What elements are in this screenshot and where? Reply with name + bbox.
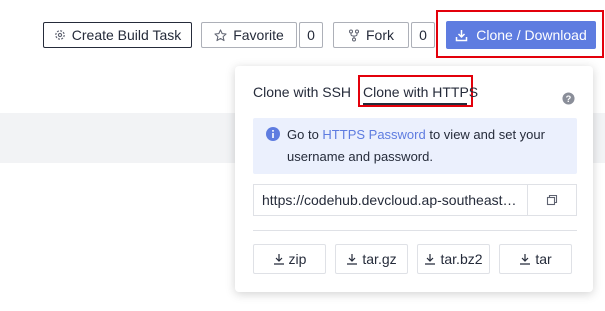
download-targz-button[interactable]: tar.gz xyxy=(335,244,408,274)
tab-clone-ssh[interactable]: Clone with SSH xyxy=(253,84,351,100)
download-icon xyxy=(273,254,284,265)
info-message: Go to HTTPS Password to view and set you… xyxy=(253,118,577,174)
download-zip-button[interactable]: zip xyxy=(253,244,326,274)
download-icon xyxy=(455,29,468,41)
download-icon xyxy=(520,254,531,265)
info-icon xyxy=(266,127,280,141)
favorite-button[interactable]: Favorite xyxy=(201,22,297,48)
gear-icon xyxy=(54,30,65,40)
create-build-task-label: Create Build Task xyxy=(71,27,182,43)
download-targz-label: tar.gz xyxy=(362,251,397,267)
tab-clone-https[interactable]: Clone with HTTPS xyxy=(363,84,478,100)
page: Create Build Task Favorite 0 Fork 0 Clon… xyxy=(0,0,605,311)
create-build-task-button[interactable]: Create Build Task xyxy=(43,22,192,48)
copy-icon xyxy=(546,194,558,206)
fork-icon xyxy=(349,29,359,41)
download-icon xyxy=(425,254,436,265)
copy-url-button[interactable] xyxy=(527,184,577,216)
download-zip-label: zip xyxy=(288,251,307,267)
fork-label: Fork xyxy=(366,27,394,43)
clone-popover: Clone with SSH Clone with HTTPS ? Go to … xyxy=(235,66,593,292)
clone-download-label: Clone / Download xyxy=(476,27,587,43)
clone-download-button[interactable]: Clone / Download xyxy=(446,21,596,49)
https-password-link[interactable]: HTTPS Password xyxy=(322,127,425,142)
clone-url-field[interactable]: https://codehub.devcloud.ap-southeast… xyxy=(253,184,527,216)
download-tar-label: tar xyxy=(535,251,552,267)
fork-button[interactable]: Fork xyxy=(333,22,409,48)
help-icon[interactable]: ? xyxy=(562,92,575,105)
info-text-prefix: Go to xyxy=(287,127,323,142)
star-icon xyxy=(214,28,227,41)
fork-count: 0 xyxy=(411,22,435,48)
download-tarbz2-button[interactable]: tar.bz2 xyxy=(417,244,490,274)
download-tar-button[interactable]: tar xyxy=(499,244,572,274)
download-icon xyxy=(347,254,358,265)
active-tab-underline xyxy=(363,103,467,105)
svg-text:?: ? xyxy=(566,94,572,104)
download-tarbz2-label: tar.bz2 xyxy=(440,251,483,267)
divider xyxy=(253,230,577,231)
favorite-count: 0 xyxy=(299,22,323,48)
favorite-label: Favorite xyxy=(233,27,284,43)
